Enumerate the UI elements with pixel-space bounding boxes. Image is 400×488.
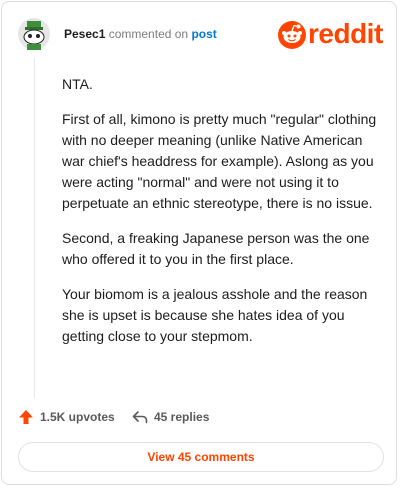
upvote-button[interactable]: 1.5K upvotes [18,406,115,428]
reddit-wordmark: reddit [308,18,383,49]
comment-paragraph: First of all, kimono is pretty much "reg… [62,111,377,211]
view-comments-button[interactable]: View 45 comments [18,442,384,472]
comment-body: NTA. First of all, kimono is pretty much… [62,74,384,361]
post-link[interactable]: post [191,27,216,41]
replies-button[interactable]: 45 replies [132,406,209,428]
comment-paragraph: NTA. [62,76,93,92]
comment-paragraph: Second, a freaking Japanese person was t… [62,230,370,267]
avatar[interactable] [18,18,50,50]
reddit-snoo-icon [278,21,306,49]
username[interactable]: Pesec1 [64,27,105,41]
reply-count: 45 replies [154,410,210,424]
reply-arrow-icon [132,411,148,424]
comment-paragraph: Your biomom is a jealous asshole and the… [62,286,368,344]
upvote-arrow-icon [19,410,33,424]
upvote-count: 1.5K upvotes [40,410,115,424]
reddit-logo: reddit [278,18,384,50]
thread-line [34,58,35,398]
comment-actions: 1.5K upvotes 45 replies [18,406,384,428]
comment-card: Pesec1 commented on post reddit NTA. Fir… [1,1,397,485]
action-text: commented on [108,27,189,41]
comment-meta: Pesec1 commented on post [64,27,217,41]
snoo-avatar-icon [18,18,50,50]
comment-header: Pesec1 commented on post reddit [18,18,384,52]
